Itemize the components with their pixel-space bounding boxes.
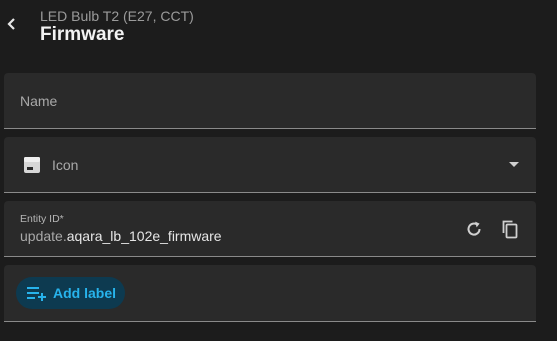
entity-id-value[interactable]: update.aqara_lb_102e_firmware xyxy=(20,228,222,244)
package-box-icon xyxy=(20,153,44,177)
device-name: LED Bulb T2 (E27, CCT) xyxy=(40,8,194,24)
playlist-add-icon xyxy=(26,283,48,303)
add-label-button[interactable]: Add label xyxy=(16,277,125,309)
reset-entity-id-button[interactable] xyxy=(462,217,486,241)
entity-id-caption: Entity ID* xyxy=(20,213,64,225)
copy-entity-id-button[interactable] xyxy=(498,217,522,241)
back-button[interactable] xyxy=(0,4,24,44)
restore-icon xyxy=(467,221,481,236)
dialog-header: LED Bulb T2 (E27, CCT) Firmware xyxy=(0,0,557,64)
entity-id-field[interactable]: Entity ID* update.aqara_lb_102e_firmware xyxy=(4,201,536,257)
labels-field: Add label xyxy=(4,265,536,322)
name-field-label: Name xyxy=(20,93,58,109)
add-label-text: Add label xyxy=(53,285,117,301)
copy-icon xyxy=(502,220,518,239)
entity-id-object: aqara_lb_102e_firmware xyxy=(66,228,222,244)
arrow-drop-down-icon[interactable] xyxy=(508,160,520,170)
icon-picker[interactable]: Icon xyxy=(4,137,536,193)
chevron-left-icon xyxy=(7,18,15,30)
page-title: Firmware xyxy=(40,24,125,45)
icon-field-label: Icon xyxy=(52,157,79,173)
entity-id-domain: update. xyxy=(20,228,67,244)
name-field[interactable]: Name xyxy=(4,73,536,129)
